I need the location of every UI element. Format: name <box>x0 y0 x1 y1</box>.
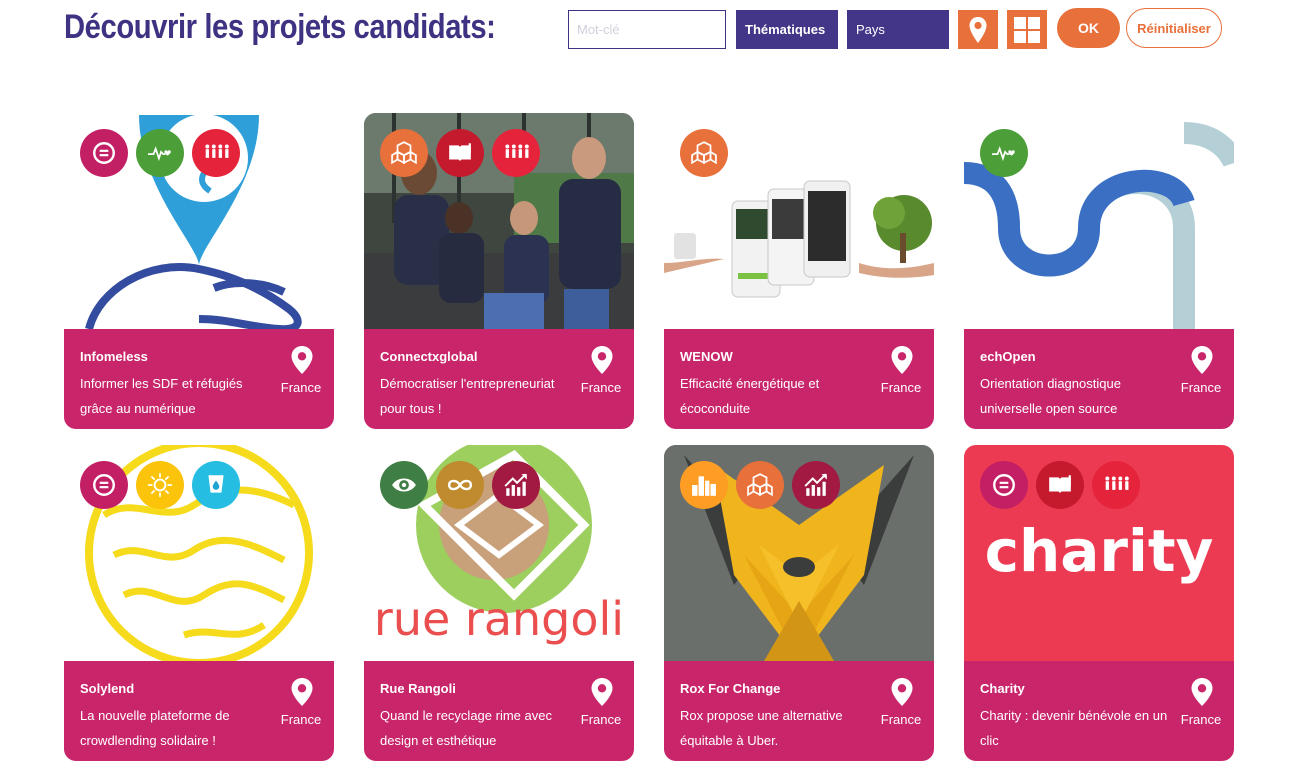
ok-button[interactable]: OK <box>1057 8 1120 48</box>
education-icon <box>1036 461 1084 509</box>
project-name[interactable]: Connectxglobal <box>380 349 478 364</box>
themes-dropdown[interactable]: Thématiques <box>736 10 838 49</box>
project-country: France <box>280 712 322 727</box>
location-pin-icon <box>1191 346 1213 374</box>
location-pin-icon <box>891 678 913 706</box>
project-name[interactable]: Infomeless <box>80 349 148 364</box>
reduced-inequalities-icon <box>80 129 128 177</box>
no-poverty-icon <box>192 129 240 177</box>
reset-button[interactable]: Réinitialiser <box>1126 8 1222 48</box>
grid-view-button[interactable] <box>1007 10 1047 49</box>
page-title: Découvrir les projets candidats: <box>64 8 496 46</box>
card-footer: Charity Charity : devenir bénévole en un… <box>964 661 1234 761</box>
project-country: France <box>580 380 622 395</box>
clean-water-icon <box>192 461 240 509</box>
keyword-search-input[interactable] <box>568 10 726 49</box>
economic-growth-icon <box>792 461 840 509</box>
project-name[interactable]: Solylend <box>80 681 134 696</box>
sdg-badges <box>80 461 240 509</box>
good-health-icon <box>980 129 1028 177</box>
card-footer: WENOW Efficacité énergétique et écocondu… <box>664 329 934 429</box>
project-description: La nouvelle plateforme de crowdlending s… <box>80 708 230 748</box>
reduced-inequalities-icon <box>980 461 1028 509</box>
project-description: Informer les SDF et réfugiés grâce au nu… <box>80 376 243 416</box>
sdg-badges <box>980 129 1028 177</box>
sdg-badges <box>80 129 240 177</box>
project-card[interactable]: rue rangoli Rue Rangoli Quand le recycla… <box>364 445 634 761</box>
project-country: France <box>280 380 322 395</box>
project-description: Quand le recyclage rime avec design et e… <box>380 708 552 748</box>
location-pin-icon <box>891 346 913 374</box>
sustainable-cities-icon <box>680 461 728 509</box>
card-footer: echOpen Orientation diagnostique univers… <box>964 329 1234 429</box>
location-pin-icon <box>1191 678 1213 706</box>
sdg-badges <box>380 461 540 509</box>
project-name[interactable]: Rox For Change <box>680 681 780 696</box>
project-country: France <box>880 380 922 395</box>
card-footer: Connectxglobal Démocratiser l'entreprene… <box>364 329 634 429</box>
location-pin-icon <box>291 346 313 374</box>
project-description: Efficacité énergétique et écoconduite <box>680 376 820 416</box>
project-card[interactable]: Infomeless Informer les SDF et réfugiés … <box>64 113 334 429</box>
innovation-icon <box>380 129 428 177</box>
innovation-icon <box>736 461 784 509</box>
country-dropdown[interactable]: Pays <box>847 10 949 49</box>
project-name[interactable]: Rue Rangoli <box>380 681 456 696</box>
charity-logo-text: charity <box>985 517 1214 585</box>
location-pin-icon <box>591 678 613 706</box>
project-card[interactable]: charity Charity Charity : devenir bénévo… <box>964 445 1234 761</box>
sdg-badges <box>680 129 728 177</box>
climate-action-icon <box>380 461 428 509</box>
project-country: France <box>580 712 622 727</box>
project-card[interactable]: echOpen Orientation diagnostique univers… <box>964 113 1234 429</box>
project-card[interactable]: WENOW Efficacité énergétique et écocondu… <box>664 113 934 429</box>
project-description: Orientation diagnostique universelle ope… <box>980 376 1121 416</box>
project-description: Charity : devenir bénévole en un clic <box>980 708 1168 748</box>
map-pin-icon <box>969 16 987 43</box>
country-dropdown-label: Pays <box>856 22 885 37</box>
project-name[interactable]: Charity <box>980 681 1025 696</box>
sdg-badges <box>680 461 840 509</box>
project-country: France <box>1180 712 1222 727</box>
location-pin-icon <box>291 678 313 706</box>
location-pin-icon <box>591 346 613 374</box>
card-footer: Rox For Change Rox propose une alternati… <box>664 661 934 761</box>
sdg-badges <box>980 461 1140 509</box>
themes-dropdown-label: Thématiques <box>745 22 826 37</box>
project-country: France <box>880 712 922 727</box>
project-card[interactable]: Rox For Change Rox propose une alternati… <box>664 445 934 761</box>
education-icon <box>436 129 484 177</box>
card-footer: Rue Rangoli Quand le recyclage rime avec… <box>364 661 634 761</box>
project-country: France <box>1180 380 1222 395</box>
project-description: Rox propose une alternative équitable à … <box>680 708 843 748</box>
grid-icon <box>1014 16 1040 43</box>
project-card[interactable]: Connectxglobal Démocratiser l'entreprene… <box>364 113 634 429</box>
project-card[interactable]: Solylend La nouvelle plateforme de crowd… <box>64 445 334 761</box>
project-name[interactable]: WENOW <box>680 349 733 364</box>
card-footer: Infomeless Informer les SDF et réfugiés … <box>64 329 334 429</box>
map-view-button[interactable] <box>958 10 998 49</box>
reduced-inequalities-icon <box>80 461 128 509</box>
card-footer: Solylend La nouvelle plateforme de crowd… <box>64 661 334 761</box>
innovation-icon <box>680 129 728 177</box>
no-poverty-icon <box>492 129 540 177</box>
clean-energy-icon <box>136 461 184 509</box>
no-poverty-icon <box>1092 461 1140 509</box>
good-health-icon <box>136 129 184 177</box>
responsible-consumption-icon <box>436 461 484 509</box>
rangoli-logo-text: rue rangoli <box>374 592 624 646</box>
sdg-badges <box>380 129 540 177</box>
project-name[interactable]: echOpen <box>980 349 1036 364</box>
project-description: Démocratiser l'entrepreneuriat pour tous… <box>380 376 555 416</box>
economic-growth-icon <box>492 461 540 509</box>
